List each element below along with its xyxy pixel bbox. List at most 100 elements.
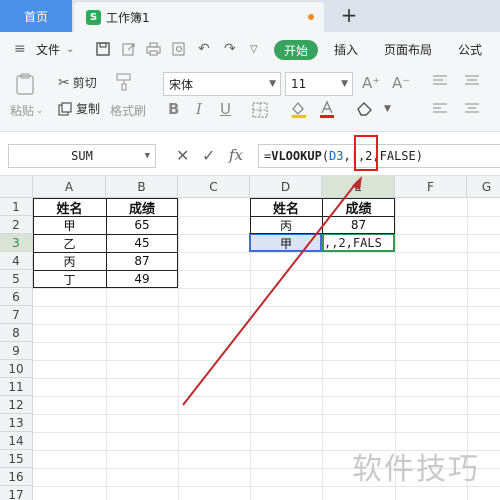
formula-input[interactable]: = VLOOKUP(D3 ,|,2,FALSE) [258, 144, 500, 168]
grid-line [33, 378, 500, 379]
align-left-icon[interactable] [432, 102, 448, 116]
copy-button[interactable]: 复制 [58, 100, 100, 117]
row-header-6[interactable]: 6 [0, 288, 33, 306]
confirm-formula-icon[interactable]: ✓ [202, 146, 215, 165]
align-top-icon[interactable] [432, 74, 448, 88]
table2-border [250, 216, 395, 217]
border-icon[interactable] [252, 102, 268, 118]
paste-label: 粘贴 [10, 104, 35, 118]
insert-function-icon[interactable]: fx [229, 146, 243, 164]
row-header-16[interactable]: 16 [0, 468, 33, 486]
column-header-a[interactable]: A [33, 176, 106, 198]
format-painter-label[interactable]: 格式刷 [110, 102, 146, 119]
table1-border [33, 234, 178, 235]
paste-button[interactable]: 粘贴 ⌄ [10, 102, 44, 119]
print-preview-icon[interactable] [172, 32, 186, 66]
font-size-value: 11 [291, 77, 307, 91]
table1-border [33, 270, 178, 271]
bold-button[interactable]: B [168, 100, 179, 118]
cell-e3-editor[interactable]: ,,2,FALS [324, 234, 382, 251]
undo-icon[interactable]: ↶ [198, 32, 210, 66]
export-icon[interactable] [122, 32, 136, 66]
chevron-down-icon: ▼ [341, 79, 348, 89]
row-header-5[interactable]: 5 [0, 270, 33, 288]
menu-file[interactable]: 文件 [36, 32, 60, 66]
chevron-down-icon[interactable]: ⌄ [66, 32, 74, 66]
formula-prefix: = [264, 149, 272, 163]
column-header-f[interactable]: F [395, 176, 467, 198]
hamburger-menu-icon[interactable]: ≡ [14, 32, 26, 66]
paste-icon[interactable] [14, 72, 38, 96]
row-header-3[interactable]: 3 [0, 234, 33, 252]
copy-icon [58, 101, 72, 116]
cell-d3[interactable]: 甲 [250, 234, 322, 252]
quick-access-dropdown-icon[interactable]: ▽ [250, 32, 258, 66]
font-grow-button[interactable]: A⁺ [362, 74, 380, 92]
chevron-down-icon[interactable]: ▼ [384, 104, 391, 114]
align-center-icon[interactable] [464, 102, 480, 116]
grid-line [33, 342, 500, 343]
row-header-9[interactable]: 9 [0, 342, 33, 360]
row-header-1[interactable]: 1 [0, 198, 33, 216]
print-icon[interactable] [146, 32, 161, 66]
scissors-icon: ✂ [58, 74, 70, 91]
cut-button[interactable]: ✂ 剪切 [58, 74, 97, 91]
row-header-14[interactable]: 14 [0, 432, 33, 450]
row-header-2[interactable]: 2 [0, 216, 33, 234]
menu-page-layout[interactable]: 页面布局 [384, 32, 432, 66]
formula-function-name: VLOOKUP [271, 149, 322, 163]
fill-color-icon[interactable] [290, 100, 308, 118]
tab-document[interactable]: S 工作簿1 [74, 2, 324, 32]
column-header-c[interactable]: C [178, 176, 250, 198]
tab-document-label: 工作簿1 [106, 10, 150, 25]
underline-button[interactable]: U [220, 100, 231, 118]
row-header-4[interactable]: 4 [0, 252, 33, 270]
row-header-7[interactable]: 7 [0, 306, 33, 324]
row-header-12[interactable]: 12 [0, 396, 33, 414]
row-header-8[interactable]: 8 [0, 324, 33, 342]
column-header-g[interactable]: G [467, 176, 500, 198]
chevron-down-icon: ▼ [269, 79, 276, 89]
font-shrink-button[interactable]: A⁻ [392, 74, 410, 92]
grid-line [33, 306, 500, 307]
clear-format-icon[interactable] [356, 100, 374, 118]
row-header-10[interactable]: 10 [0, 360, 33, 378]
row-header-11[interactable]: 11 [0, 378, 33, 396]
copy-label: 复制 [76, 102, 101, 116]
grid-line [33, 432, 500, 433]
font-shrink-label: A⁻ [392, 74, 411, 92]
row-header-13[interactable]: 13 [0, 414, 33, 432]
table1-border [33, 252, 178, 253]
ribbon-toolbar: 粘贴 ⌄ ✂ 剪切 复制 格式刷 宋体 ▼ 11 ▼ A⁺ A⁻ B I U ▼ [0, 66, 500, 132]
save-icon[interactable] [96, 32, 110, 66]
menu-formulas[interactable]: 公式 [458, 32, 482, 66]
row-header-17[interactable]: 17 [0, 486, 33, 500]
italic-button[interactable]: I [196, 100, 202, 118]
menu-start[interactable]: 开始 [274, 40, 318, 60]
new-tab-button[interactable]: + [338, 4, 360, 28]
cancel-formula-icon[interactable]: ✕ [176, 146, 189, 165]
redo-icon[interactable]: ↷ [224, 32, 236, 66]
font-name-select[interactable]: 宋体 ▼ [163, 72, 281, 96]
grid-line [33, 324, 500, 325]
column-header-e[interactable]: E [322, 176, 395, 198]
unsaved-dot-icon [308, 14, 314, 20]
format-painter-icon[interactable] [114, 72, 134, 92]
grid-line [33, 396, 500, 397]
tab-home[interactable]: 首页 [0, 0, 72, 32]
table1-border [33, 216, 178, 217]
column-header-b[interactable]: B [106, 176, 178, 198]
name-box[interactable]: SUM ▼ [8, 144, 156, 168]
grid-line [33, 360, 500, 361]
select-all-corner[interactable] [0, 176, 33, 198]
font-size-select[interactable]: 11 ▼ [285, 72, 353, 96]
formula-reference: D3 [329, 149, 344, 163]
tab-bar: 首页 S 工作簿1 + [0, 0, 500, 32]
font-name-value: 宋体 [169, 77, 194, 92]
menu-insert[interactable]: 插入 [334, 32, 358, 66]
font-color-icon[interactable] [318, 100, 336, 118]
align-middle-icon[interactable] [464, 74, 480, 88]
font-grow-label: A⁺ [362, 74, 381, 92]
column-header-d[interactable]: D [250, 176, 322, 198]
row-header-15[interactable]: 15 [0, 450, 33, 468]
